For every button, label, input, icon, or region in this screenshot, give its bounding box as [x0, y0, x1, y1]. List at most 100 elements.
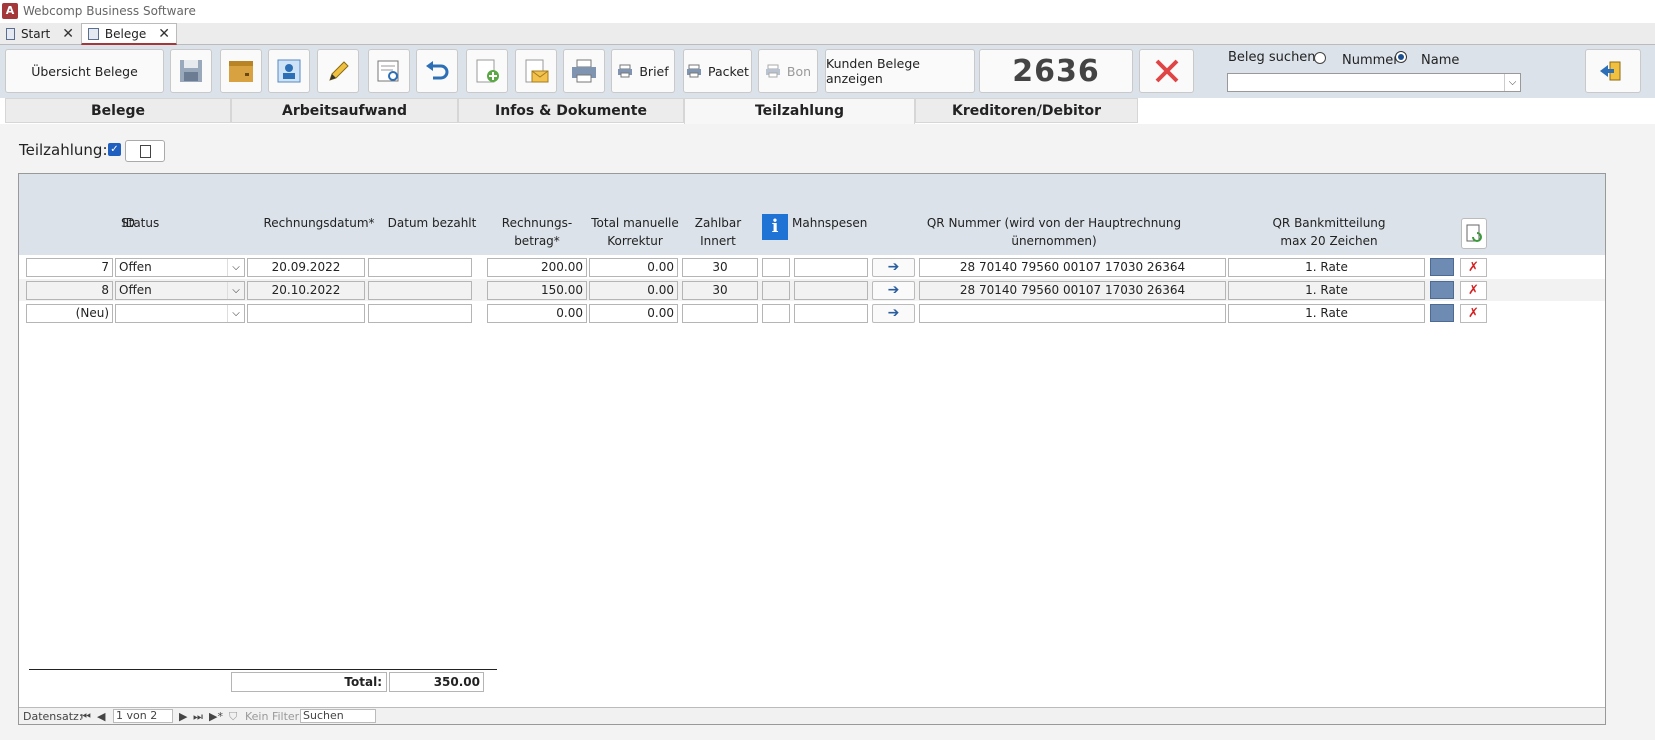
print-button[interactable]: [563, 49, 605, 93]
next-record-icon[interactable]: ▶: [179, 709, 187, 724]
col-header-korrektur-line2: Korrektur: [607, 234, 663, 248]
chevron-down-icon[interactable]: ⌵: [227, 305, 244, 322]
cell-korrektur[interactable]: 0.00: [589, 281, 678, 300]
cell-info[interactable]: [762, 258, 790, 277]
bon-button[interactable]: Bon: [758, 49, 818, 93]
cell-mahnspesen[interactable]: [794, 304, 868, 323]
cell-qr-nummer[interactable]: 28 70140 79560 00107 17030 26364: [919, 281, 1226, 300]
cell-id[interactable]: 7: [26, 258, 113, 277]
cell-zahlbar[interactable]: 30: [682, 258, 758, 277]
filter-icon[interactable]: ⛉: [229, 709, 237, 724]
doc-tab-belege[interactable]: Belege ✕: [81, 23, 177, 45]
cell-bankmitteilung[interactable]: 1. Rate: [1228, 304, 1425, 323]
cell-korrektur[interactable]: 0.00: [589, 304, 678, 323]
cell-id[interactable]: 8: [26, 281, 113, 300]
cell-datum-bezahlt[interactable]: [368, 281, 472, 300]
radio-name[interactable]: [1395, 51, 1407, 63]
cell-betrag[interactable]: 0.00: [487, 304, 587, 323]
cell-bankmitteilung[interactable]: 1. Rate: [1228, 281, 1425, 300]
printer-icon[interactable]: [1430, 281, 1454, 299]
col-header-qr-line1: QR Nummer (wird von der Hauptrechnung: [926, 216, 1182, 230]
last-record-icon[interactable]: ⏭: [193, 709, 203, 724]
cell-zahlbar[interactable]: [682, 304, 758, 323]
cell-info[interactable]: [762, 281, 790, 300]
arrow-right-icon[interactable]: ➔: [872, 281, 915, 300]
cell-id[interactable]: (Neu): [26, 304, 113, 323]
kunden-belege-button[interactable]: Kunden Belege anzeigen: [825, 49, 975, 93]
delete-icon[interactable]: ✗: [1460, 304, 1487, 323]
new-document-button[interactable]: [466, 49, 508, 93]
arrow-right-icon[interactable]: ➔: [872, 304, 915, 323]
cell-status[interactable]: Offen ⌵: [115, 281, 245, 300]
cell-rechnungsdatum[interactable]: 20.09.2022: [247, 258, 365, 277]
cell-qr-nummer[interactable]: 28 70140 79560 00107 17030 26364: [919, 258, 1226, 277]
cell-datum-bezahlt[interactable]: [368, 304, 472, 323]
delete-icon[interactable]: ✗: [1460, 281, 1487, 300]
cell-info[interactable]: [762, 304, 790, 323]
filter-status[interactable]: Kein Filter: [245, 709, 299, 724]
exit-door-icon: [1600, 61, 1621, 81]
cell-korrektur[interactable]: 0.00: [589, 258, 678, 277]
doc-tab-start[interactable]: Start ✕: [0, 23, 80, 45]
radio-nummer[interactable]: [1314, 52, 1326, 64]
record-navigation-bar: Datensatz: ⏮ ◀ 1 von 2 ▶ ⏭ ▶* ⛉ Kein Fil…: [19, 707, 1605, 724]
cell-bankmitteilung[interactable]: 1. Rate: [1228, 258, 1425, 277]
first-record-icon[interactable]: ⏮: [81, 709, 91, 724]
cell-betrag[interactable]: 200.00: [487, 258, 587, 277]
delete-icon[interactable]: ✗: [1460, 258, 1487, 277]
cell-rechnungsdatum[interactable]: 20.10.2022: [247, 281, 365, 300]
exit-button[interactable]: [1585, 49, 1641, 93]
cell-status[interactable]: Offen ⌵: [115, 258, 245, 277]
previous-record-icon[interactable]: ◀: [97, 709, 105, 724]
cell-status[interactable]: ⌵: [115, 304, 245, 323]
printer-icon[interactable]: [1430, 258, 1454, 276]
record-search-input[interactable]: Suchen: [300, 709, 376, 723]
cell-mahnspesen[interactable]: [794, 258, 868, 277]
close-icon[interactable]: ✕: [62, 26, 74, 42]
arrow-right-icon[interactable]: ➔: [872, 258, 915, 277]
col-header-bank-line2: max 20 Zeichen: [1280, 234, 1378, 248]
info-icon[interactable]: i: [762, 214, 788, 240]
teilzahlung-checkbox[interactable]: ✓: [108, 143, 121, 156]
cell-zahlbar[interactable]: 30: [682, 281, 758, 300]
save-button[interactable]: [170, 49, 212, 93]
new-record-icon[interactable]: ▶*: [209, 709, 223, 724]
edit-button[interactable]: [317, 49, 359, 93]
close-icon[interactable]: ✕: [158, 26, 170, 42]
tab-arbeitsaufwand[interactable]: Arbeitsaufwand: [231, 98, 458, 123]
preview-button[interactable]: [368, 49, 410, 93]
chevron-down-icon[interactable]: ⌵: [227, 282, 244, 299]
document-search-icon: [377, 60, 399, 82]
beleg-number: 2636: [1012, 53, 1100, 89]
cell-betrag[interactable]: 150.00: [487, 281, 587, 300]
tab-kreditoren-debitor[interactable]: Kreditoren/Debitor: [915, 98, 1138, 123]
col-header-zahlbar-line2: Innert: [700, 234, 736, 248]
beleg-search-combo[interactable]: ⌵: [1227, 73, 1521, 92]
email-button[interactable]: [515, 49, 557, 93]
tab-teilzahlung[interactable]: Teilzahlung: [684, 98, 915, 124]
radio-nummer-label: Nummer: [1342, 53, 1399, 68]
copy-refresh-button[interactable]: [1461, 218, 1487, 249]
overview-belege-button[interactable]: Übersicht Belege: [5, 49, 164, 93]
contact-button[interactable]: [268, 49, 310, 93]
undo-button[interactable]: [416, 49, 458, 93]
col-header-datum-bezahlt: Datum bezahlt: [387, 216, 477, 230]
archive-button[interactable]: [220, 49, 262, 93]
cancel-button[interactable]: [1139, 49, 1194, 93]
cell-qr-nummer[interactable]: [919, 304, 1226, 323]
chevron-down-icon[interactable]: ⌵: [227, 259, 244, 276]
col-header-betrag: Rechnungs- betrag*: [487, 214, 587, 250]
cell-datum-bezahlt[interactable]: [368, 258, 472, 277]
tab-infos-dokumente[interactable]: Infos & Dokumente: [458, 98, 684, 123]
teilzahlung-calculator-button[interactable]: [125, 140, 165, 162]
printer-icon[interactable]: [1430, 304, 1454, 322]
tab-belege[interactable]: Belege: [5, 98, 231, 123]
printer-icon: [618, 64, 633, 78]
bon-label: Bon: [786, 63, 812, 79]
packet-button[interactable]: Packet: [683, 49, 752, 93]
cell-rechnungsdatum[interactable]: [247, 304, 365, 323]
cell-mahnspesen[interactable]: [794, 281, 868, 300]
record-position-input[interactable]: 1 von 2: [113, 709, 173, 723]
chevron-down-icon[interactable]: ⌵: [1504, 74, 1520, 91]
brief-button[interactable]: Brief: [611, 49, 675, 93]
